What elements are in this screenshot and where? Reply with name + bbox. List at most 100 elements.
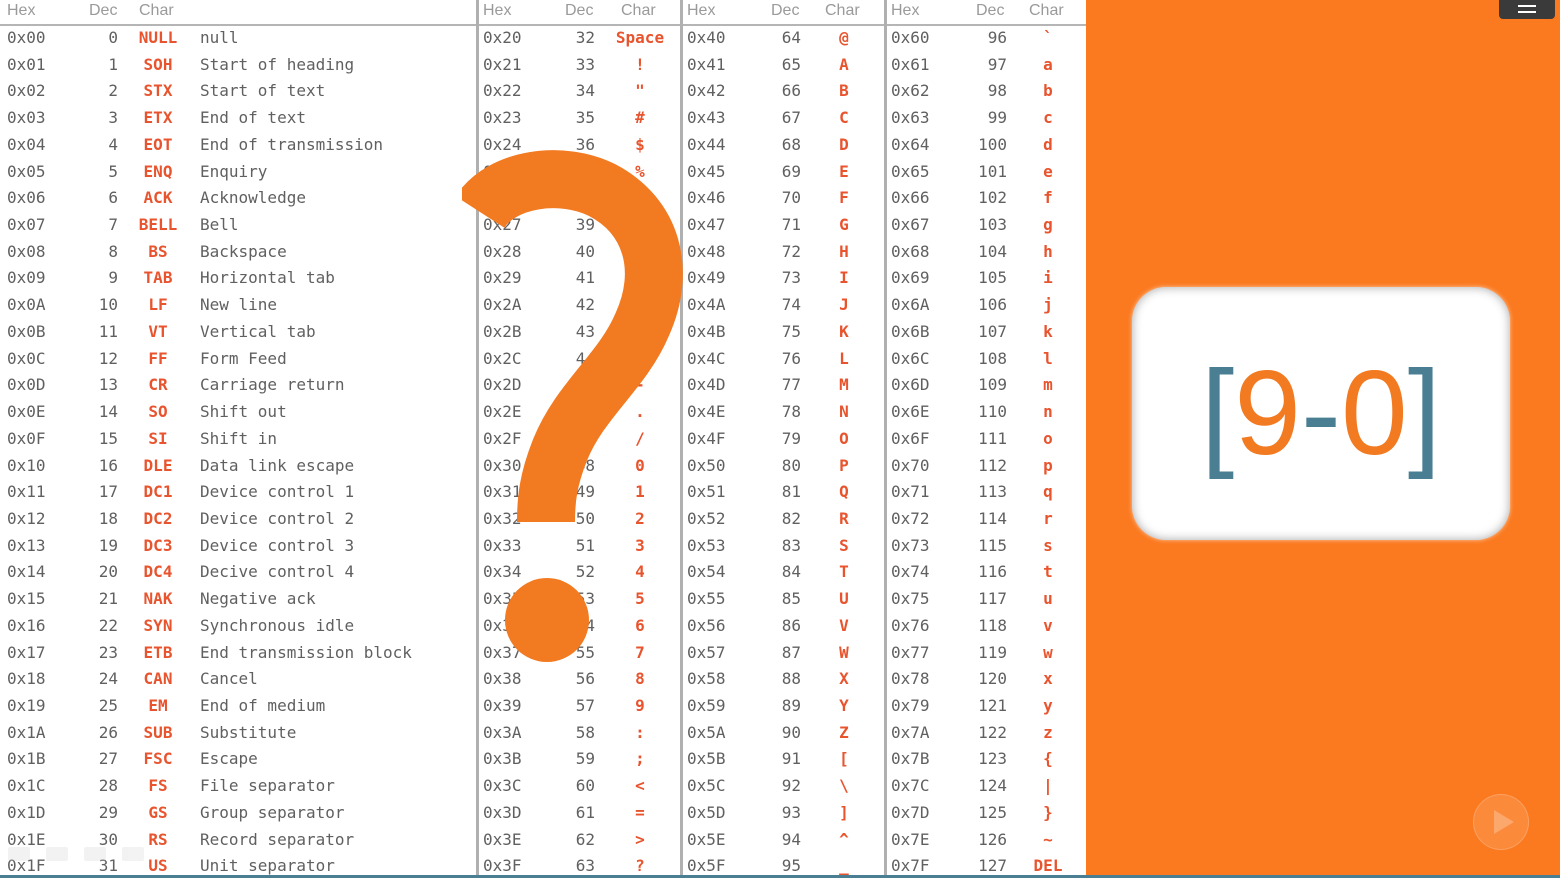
header-hex: Hex xyxy=(7,2,36,19)
description-cell: Escape xyxy=(200,749,258,769)
char-cell: F xyxy=(839,188,849,208)
description-cell: Negative ack xyxy=(200,589,316,609)
char-cell: | xyxy=(1043,776,1053,796)
dec-cell: 10 xyxy=(98,295,118,315)
dec-cell: 52 xyxy=(575,562,595,582)
dec-cell: 54 xyxy=(575,615,595,635)
description-cell: Carriage return xyxy=(200,375,345,395)
dec-cell: 0 xyxy=(108,28,118,47)
char-cell: FF xyxy=(148,348,168,368)
header-char: Char xyxy=(825,2,860,19)
dec-cell: 93 xyxy=(781,802,801,822)
dec-cell: 50 xyxy=(575,508,595,528)
dec-cell: 94 xyxy=(781,829,801,849)
header-hex: Hex xyxy=(687,2,716,19)
char-cell: h xyxy=(1043,241,1053,261)
dec-cell: 89 xyxy=(781,696,801,715)
char-cell: # xyxy=(635,108,645,128)
dec-cell: 27 xyxy=(98,749,118,769)
dec-cell: 16 xyxy=(98,455,118,475)
ascii-column-symbols: Hex Dec Char 0x20 32 Space 0x21 33! 0x22 34 " 0x… xyxy=(479,0,680,878)
faded-toolbar xyxy=(8,846,160,870)
dec-cell: 126 xyxy=(978,829,1007,849)
dec-cell: 92 xyxy=(781,776,801,796)
char-cell: N xyxy=(839,402,849,422)
dec-cell: 48 xyxy=(575,455,595,475)
description-cell: Bell xyxy=(200,215,239,235)
dec-cell: 49 xyxy=(575,482,595,502)
dec-cell: 103 xyxy=(978,215,1007,235)
dec-cell: 105 xyxy=(978,268,1007,288)
dec-cell: 26 xyxy=(98,722,118,742)
dec-cell: 9 xyxy=(108,268,118,288)
dec-cell: 7 xyxy=(108,215,118,235)
char-cell: m xyxy=(1043,375,1053,395)
char-cell: DC4 xyxy=(143,562,173,582)
dec-cell: 80 xyxy=(781,455,801,475)
char-cell: 9 xyxy=(635,696,645,715)
char-cell: < xyxy=(635,776,645,796)
dec-cell: 44 xyxy=(575,348,595,368)
hamburger-menu-icon[interactable] xyxy=(1499,0,1555,19)
header-char: Char xyxy=(621,2,656,19)
char-cell: b xyxy=(1043,81,1053,101)
description-cell: File separator xyxy=(200,776,335,796)
dec-cell: 67 xyxy=(781,108,801,128)
char-cell: 2 xyxy=(635,508,645,528)
dec-cell: 114 xyxy=(978,508,1007,528)
char-cell: FS xyxy=(148,776,168,796)
course-logo-card: [9-0] xyxy=(1132,287,1510,540)
dec-cell: 115 xyxy=(978,535,1007,555)
dec-cell: 87 xyxy=(781,642,801,662)
dec-cell: 23 xyxy=(98,642,118,662)
char-cell: r xyxy=(1043,508,1053,528)
description-cell: Group separator xyxy=(200,802,345,822)
char-cell: D xyxy=(839,134,849,154)
char-cell: / xyxy=(635,428,645,448)
char-cell: v xyxy=(1043,615,1053,635)
char-cell: O xyxy=(839,428,849,448)
char-cell: ! xyxy=(635,54,645,74)
ascii-column-control: Hex Dec Char 0x00 0 NULL null 0x01 1 SOH Start … xyxy=(0,0,476,878)
description-cell: Device control 3 xyxy=(200,535,355,555)
char-cell: C xyxy=(839,108,849,128)
char-cell: 6 xyxy=(635,615,645,635)
play-icon[interactable] xyxy=(1473,794,1529,850)
dec-cell: 70 xyxy=(781,188,801,208)
char-cell: FSC xyxy=(143,749,173,769)
dec-cell: 20 xyxy=(98,562,118,582)
dec-cell: 88 xyxy=(781,669,801,689)
char-cell: d xyxy=(1043,134,1053,154)
char-cell: BS xyxy=(148,241,168,261)
char-cell: _ xyxy=(839,856,849,876)
dec-cell: 17 xyxy=(98,482,118,502)
char-cell: w xyxy=(1043,642,1053,662)
char-cell: ENQ xyxy=(143,161,173,181)
char-cell: 4 xyxy=(635,562,645,582)
header-divider xyxy=(887,24,1086,26)
dec-cell: 59 xyxy=(575,749,595,769)
dec-cell: 119 xyxy=(978,642,1007,662)
ascii-column-uppercase: Hex Dec Char 0x40 64 @0x41 65 A 0x42 66 B 0x43 67… xyxy=(683,0,884,878)
description-cell: Acknowledge xyxy=(200,188,306,208)
logo-dash: - xyxy=(1301,346,1341,480)
char-cell: + xyxy=(635,321,645,341)
dec-cell: 53 xyxy=(575,589,595,609)
description-cell: Decive control 4 xyxy=(200,562,355,582)
dec-cell: 33 xyxy=(575,54,595,74)
dec-cell: 97 xyxy=(987,54,1007,74)
char-cell: { xyxy=(1043,749,1053,769)
char-cell: CR xyxy=(148,375,168,395)
dec-cell: 123 xyxy=(978,749,1007,769)
char-cell: e xyxy=(1043,161,1053,181)
dec-cell: 35 xyxy=(575,108,595,128)
dec-cell: 124 xyxy=(978,776,1007,796)
char-cell: : xyxy=(635,722,645,742)
char-cell: X xyxy=(839,669,849,689)
char-cell: Y xyxy=(839,696,849,715)
dec-cell: 71 xyxy=(781,215,801,235)
dec-cell: 32 xyxy=(575,28,595,47)
dec-cell: 37 xyxy=(575,161,595,181)
dec-cell: 83 xyxy=(781,535,801,555)
char-cell: ( xyxy=(635,241,645,261)
